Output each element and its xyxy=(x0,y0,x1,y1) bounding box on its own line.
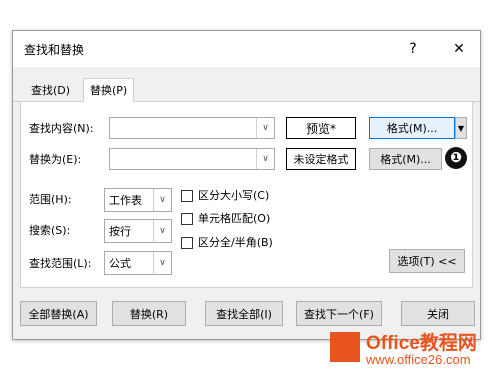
options-button[interactable]: 选项(T) << xyxy=(389,249,465,273)
match-cell-label: 单元格匹配(O) xyxy=(198,212,271,225)
chevron-down-icon[interactable]: ∨ xyxy=(256,149,274,169)
replace-button[interactable]: 替换(R) xyxy=(112,301,186,326)
within-value: 工作表 xyxy=(109,194,142,207)
within-label: 范围(H): xyxy=(29,193,72,206)
close-button[interactable]: 关闭 xyxy=(401,301,475,326)
find-label: 查找内容(N): xyxy=(29,122,94,135)
help-button[interactable]: ? xyxy=(399,36,427,62)
chevron-down-icon[interactable]: ∨ xyxy=(256,118,274,138)
close-icon[interactable]: ✕ xyxy=(445,36,473,62)
replace-format-preview: 未设定格式 xyxy=(286,148,356,170)
replace-all-button[interactable]: 全部替换(A) xyxy=(20,301,97,326)
find-replace-dialog: 查找和替换 ? ✕ 查找(D) 替换(P) 查找内容(N): ∨ 预览* 格式(… xyxy=(12,30,481,340)
format-dropdown-arrow-icon[interactable]: ▼ xyxy=(455,117,467,139)
chevron-down-icon[interactable]: ∨ xyxy=(153,189,171,211)
chevron-down-icon[interactable]: ∨ xyxy=(153,252,171,274)
match-byte-label: 区分全/半角(B) xyxy=(198,236,273,249)
chevron-down-icon[interactable]: ∨ xyxy=(153,220,171,242)
find-format-preview: 预览* xyxy=(286,117,356,139)
match-case-checkbox[interactable] xyxy=(181,190,193,202)
tab-replace[interactable]: 替换(P) xyxy=(83,78,135,102)
match-cell-checkbox[interactable] xyxy=(181,213,193,225)
within-select[interactable]: 工作表 ∨ xyxy=(104,188,172,212)
replace-label: 替换为(E): xyxy=(29,153,82,166)
find-format-button[interactable]: 格式(M)... xyxy=(369,117,455,139)
annotation-marker: ❶ xyxy=(445,147,467,169)
office-logo-icon xyxy=(330,332,360,362)
lookin-label: 查找范围(L): xyxy=(29,257,92,270)
replace-input[interactable]: ∨ xyxy=(109,148,275,170)
watermark-url: www.office26.com xyxy=(366,352,471,367)
replace-format-button[interactable]: 格式(M)... xyxy=(369,148,442,170)
find-all-button[interactable]: 查找全部(I) xyxy=(205,301,283,326)
find-next-button[interactable]: 查找下一个(F) xyxy=(296,301,382,326)
lookin-select[interactable]: 公式 ∨ xyxy=(104,251,172,275)
search-select[interactable]: 按行 ∨ xyxy=(104,219,172,243)
tab-find[interactable]: 查找(D) xyxy=(25,79,76,102)
search-value: 按行 xyxy=(109,225,131,238)
dialog-title: 查找和替换 xyxy=(24,43,85,57)
search-label: 搜索(S): xyxy=(29,224,71,237)
find-input[interactable]: ∨ xyxy=(109,117,275,139)
match-byte-checkbox[interactable] xyxy=(181,237,193,249)
watermark-logo: Office教程网 www.office26.com xyxy=(330,326,496,372)
match-case-label: 区分大小写(C) xyxy=(198,189,270,202)
lookin-value: 公式 xyxy=(109,257,131,270)
title-bar: 查找和替换 ? ✕ xyxy=(13,31,480,67)
watermark-brand: Office教程网 xyxy=(366,333,477,354)
